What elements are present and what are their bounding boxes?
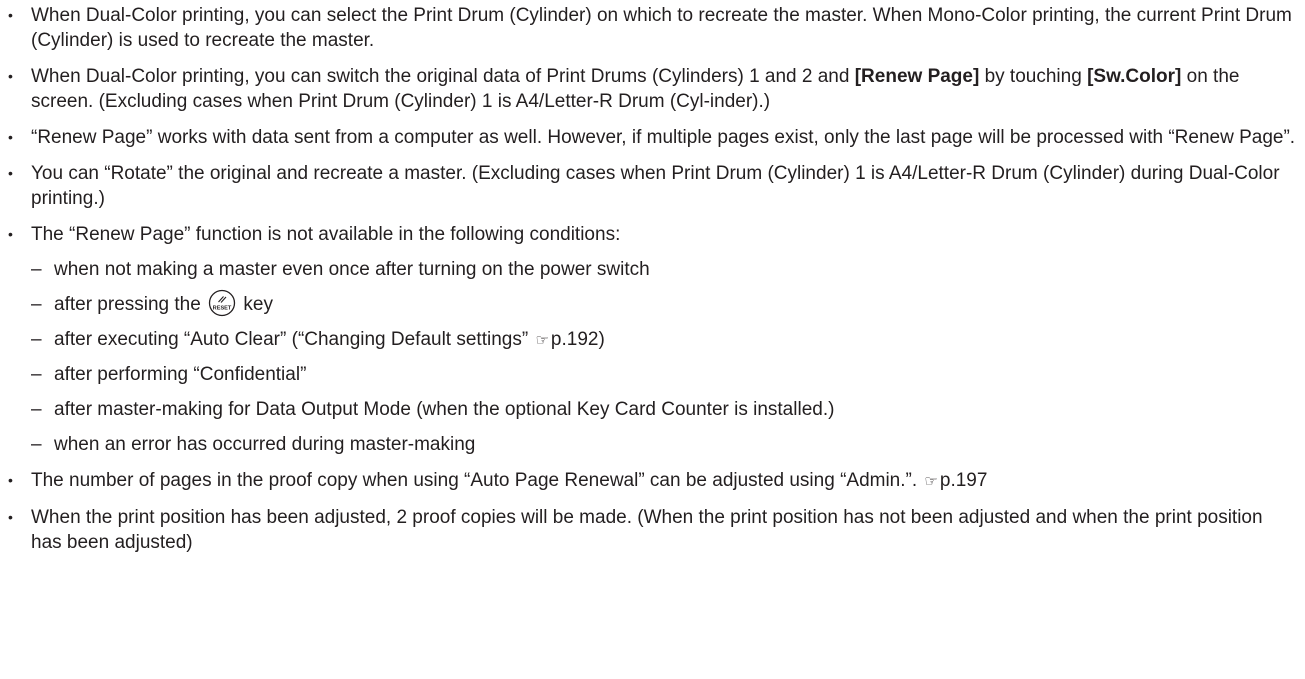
page-reference-icon: ☞ <box>924 473 938 490</box>
condition-item: – after pressing the RESET key <box>31 289 1297 317</box>
dash-marker: – <box>31 329 42 350</box>
condition-text: key <box>238 294 273 315</box>
note-text: The “Renew Page” function is not availab… <box>31 224 621 245</box>
bullet-marker: • <box>8 472 13 488</box>
condition-item: – after master-making for Data Output Mo… <box>31 397 1297 422</box>
condition-text: when not making a master even once after… <box>54 259 650 280</box>
note-text: The number of pages in the proof copy wh… <box>31 470 923 491</box>
condition-item: – when not making a master even once aft… <box>31 257 1297 282</box>
note-text: When the print position has been adjuste… <box>31 507 1263 553</box>
dash-marker: – <box>31 399 42 420</box>
renew-page-button-label: [Renew Page] <box>854 66 980 87</box>
note-text: “Renew Page” works with data sent from a… <box>31 127 1296 148</box>
condition-item: – after performing “Confidential” <box>31 362 1297 387</box>
condition-text: ) <box>598 329 605 350</box>
dash-marker: – <box>31 364 42 385</box>
notes-list: • When Dual-Color printing, you can sele… <box>5 3 1297 555</box>
bullet-marker: • <box>8 129 13 145</box>
note-text: by touching <box>979 66 1088 87</box>
note-text: You can “Rotate” the original and recrea… <box>31 163 1280 209</box>
bullet-marker: • <box>8 226 13 242</box>
note-text: When Dual-Color printing, you can select… <box>31 5 1292 51</box>
bullet-marker: • <box>8 68 13 84</box>
switch-color-button-label: [Sw.Color] <box>1087 66 1182 87</box>
note-item: • When Dual-Color printing, you can sele… <box>5 3 1297 53</box>
note-item: • The “Renew Page” function is not avail… <box>5 222 1297 457</box>
note-item: • “Renew Page” works with data sent from… <box>5 125 1297 150</box>
bullet-marker: • <box>8 165 13 181</box>
note-item: • You can “Rotate” the original and recr… <box>5 161 1297 211</box>
condition-text: after pressing the <box>54 294 207 315</box>
bullet-marker: • <box>8 7 13 23</box>
dash-marker: – <box>31 259 42 280</box>
dash-marker: – <box>31 294 42 315</box>
page-reference-icon: ☞ <box>535 332 549 349</box>
unavailable-conditions-list: – when not making a master even once aft… <box>31 257 1297 457</box>
reset-key-label: RESET <box>213 305 232 311</box>
note-text: When Dual-Color printing, you can switch… <box>31 66 855 87</box>
condition-item: – after executing “Auto Clear” (“Changin… <box>31 327 1297 352</box>
bullet-marker: • <box>8 509 13 525</box>
note-item: • The number of pages in the proof copy … <box>5 468 1297 494</box>
dash-marker: – <box>31 434 42 455</box>
condition-text: after executing “Auto Clear” (“Changing … <box>54 329 534 350</box>
document-page: • When Dual-Color printing, you can sele… <box>0 0 1305 679</box>
condition-text: after master-making for Data Output Mode… <box>54 399 835 420</box>
page-reference-link[interactable]: p.192 <box>551 329 599 350</box>
note-item: • When Dual-Color printing, you can swit… <box>5 64 1297 114</box>
note-item: • When the print position has been adjus… <box>5 505 1297 555</box>
condition-item: – when an error has occurred during mast… <box>31 432 1297 457</box>
page-reference-link[interactable]: p.197 <box>940 470 988 491</box>
reset-key-icon: RESET <box>208 289 236 317</box>
condition-text: when an error has occurred during master… <box>54 434 476 455</box>
condition-text: after performing “Confidential” <box>54 364 307 385</box>
